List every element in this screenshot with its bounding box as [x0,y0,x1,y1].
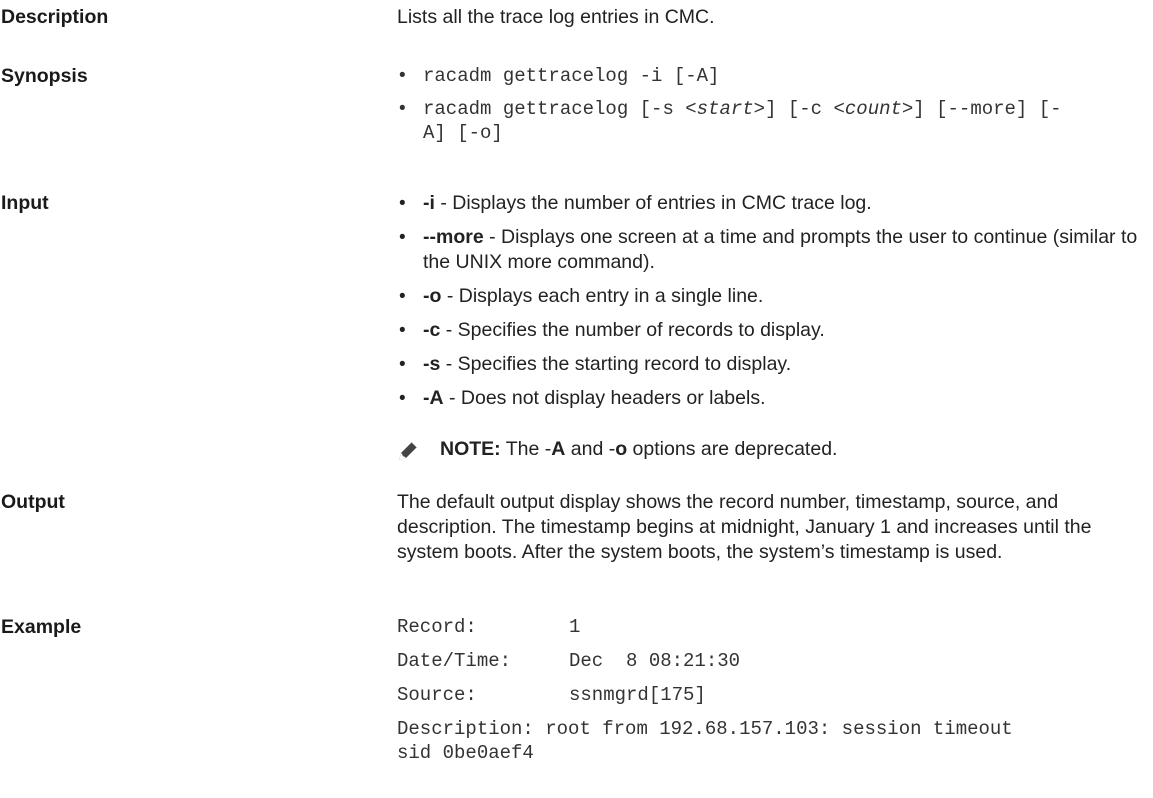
synopsis-param-start: start [696,98,754,120]
example-row: Date/Time: Dec 8 08:21:30 [397,649,740,673]
description-label: Description [1,6,109,28]
example-value: 1 [569,616,581,638]
example-block: Record: 1 Date/Time: Dec 8 08:21:30 Source… [397,615,1142,795]
input-item: • -s - Specifies the starting record to d… [397,352,1142,377]
synopsis-part: A] [-o] [423,122,503,144]
bullet: • [399,286,406,307]
input-desc: - Displays each entry in a single line. [441,285,764,307]
example-key: Record: [397,616,477,638]
input-flag: -A [423,387,444,409]
example-key: Description: [397,718,534,740]
bullet: • [399,193,406,214]
input-flag: -i [423,192,435,214]
input-desc: - Displays one screen at a time and prom… [423,226,1138,273]
bullet: • [399,320,406,341]
synopsis-item: • racadm gettracelog -i [-A] [397,64,1142,88]
note-pencil-icon [399,441,418,460]
bullet: • [399,98,406,119]
input-item: • -i - Displays the number of entries in … [397,191,1142,216]
example-value: Dec 8 08:21:30 [569,650,741,672]
note-flag: A [551,438,566,460]
example-label: Example [1,616,82,638]
description-text: Lists all the trace log entries in CMC. [397,6,715,28]
synopsis-command-1: racadm gettracelog -i [-A] [423,65,720,87]
bullet: • [399,388,406,409]
input-desc: - Does not display headers or labels. [443,387,766,409]
input-flag: -c [423,319,441,341]
synopsis-param-count: count [844,98,902,120]
page: Description Lists all the trace log entr… [0,0,1153,798]
input-flag: --more [423,226,484,248]
note-text: NOTE: The -A and -o options are deprecat… [440,437,837,462]
example-row: Source: ssnmgrd[175] [397,683,706,707]
synopsis-part: >] [-c < [753,98,845,120]
example-continuation: sid 0be0aef4 [397,742,534,764]
note-part: The - [500,438,552,460]
synopsis-command-2: racadm gettracelog [-s <start>] [-c <cou… [423,98,1062,144]
input-label: Input [1,192,49,214]
bullet: • [399,227,406,248]
output-text: The default output display shows the rec… [397,491,1092,563]
synopsis-label: Synopsis [1,65,88,87]
input-desc: - Specifies the starting record to displ… [440,353,792,375]
output-label: Output [1,491,65,513]
input-list: • -i - Displays the number of entries in … [397,191,1142,420]
note-part: options are deprecated. [627,438,838,460]
example-row: Record: 1 [397,615,580,639]
example-row: Description: root from 192.68.157.103: s… [397,717,1013,741]
note-prefix: NOTE: [440,438,501,460]
input-flag: -o [423,285,442,307]
synopsis-list: • racadm gettracelog -i [-A] • racadm ge… [397,64,1142,154]
example-value: root from 192.68.157.103: session timeou… [545,718,1013,740]
input-item: • -A - Does not display headers or labels… [397,386,1142,411]
input-item: • -c - Specifies the number of records to… [397,318,1142,343]
example-key: Date/Time: [397,650,512,672]
synopsis-item: • racadm gettracelog [-s <start>] [-c <c… [397,97,1142,145]
input-item: • -o - Displays each entry in a single li… [397,284,1142,309]
note-flag: o [615,438,628,460]
input-item: • --more - Displays one screen at a time … [397,225,1142,275]
note-part: and - [565,438,616,460]
example-value: ssnmgrd[175] [569,684,706,706]
bullet: • [399,65,406,86]
input-flag: -s [423,353,441,375]
input-desc: - Displays the number of entries in CMC … [434,192,872,214]
bullet: • [399,354,406,375]
synopsis-part: racadm gettracelog [-s < [423,98,697,120]
example-key: Source: [397,684,477,706]
input-desc: - Specifies the number of records to dis… [440,319,825,341]
synopsis-part: >] [--more] [- [901,98,1062,120]
